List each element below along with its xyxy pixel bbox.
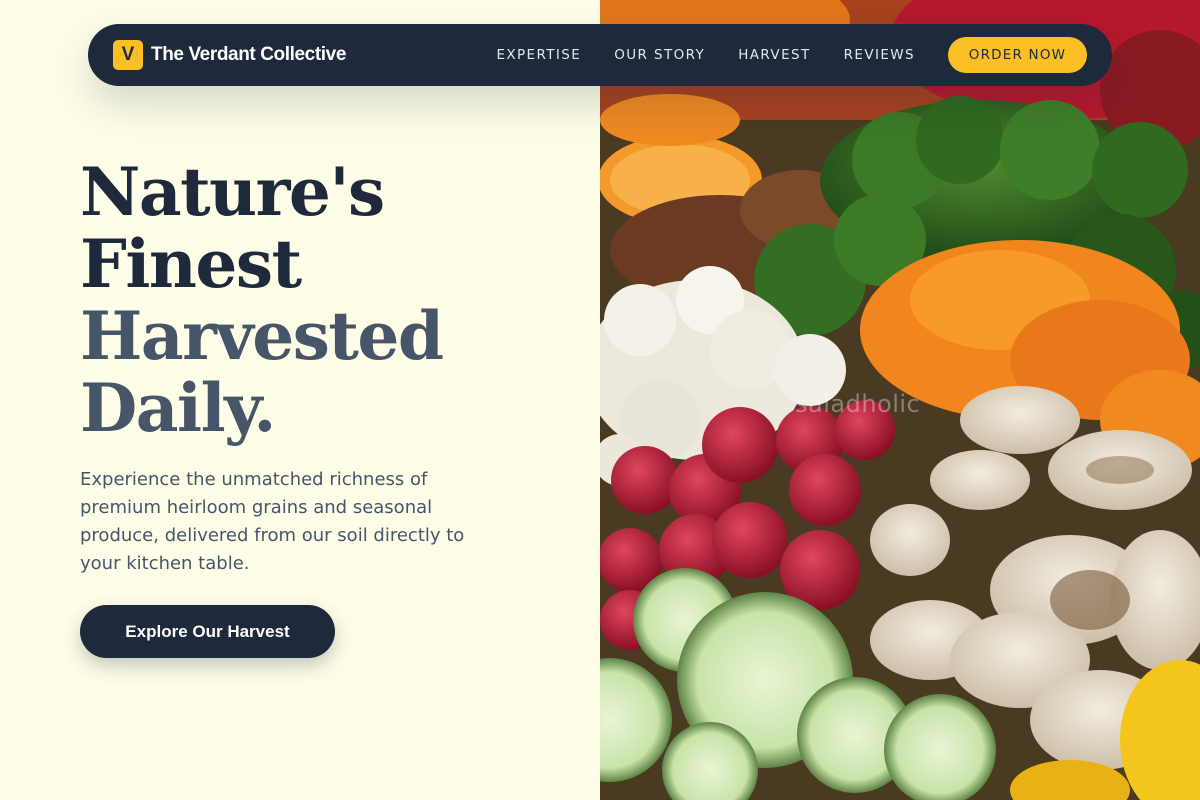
nav-link-our-story[interactable]: OUR STORY [614, 47, 705, 63]
hero-description: Experience the unmatched richness of pre… [80, 469, 465, 574]
nav-link-harvest[interactable]: HARVEST [738, 47, 810, 63]
brand-logo-icon: V [113, 40, 143, 70]
nav-link-expertise[interactable]: EXPERTISE [496, 47, 581, 63]
explore-harvest-button[interactable]: Explore Our Harvest [80, 605, 335, 658]
hero-headline: Nature's Finest Harvested Daily. [80, 153, 444, 447]
order-now-button[interactable]: ORDER NOW [948, 37, 1087, 73]
headline-line-3: Harvested [80, 297, 444, 375]
top-navbar: V The Verdant Collective EXPERTISE OUR S… [88, 24, 1112, 86]
headline-line-1: Nature's [80, 153, 385, 231]
brand[interactable]: V The Verdant Collective [113, 40, 346, 70]
brand-name: The Verdant Collective [151, 44, 346, 65]
nav-link-reviews[interactable]: REVIEWS [844, 47, 915, 63]
headline-line-2: Finest [80, 225, 302, 303]
image-watermark: saladholic [795, 390, 921, 418]
headline-line-4: Daily. [80, 369, 276, 447]
nav-links: EXPERTISE OUR STORY HARVEST REVIEWS [496, 47, 915, 63]
